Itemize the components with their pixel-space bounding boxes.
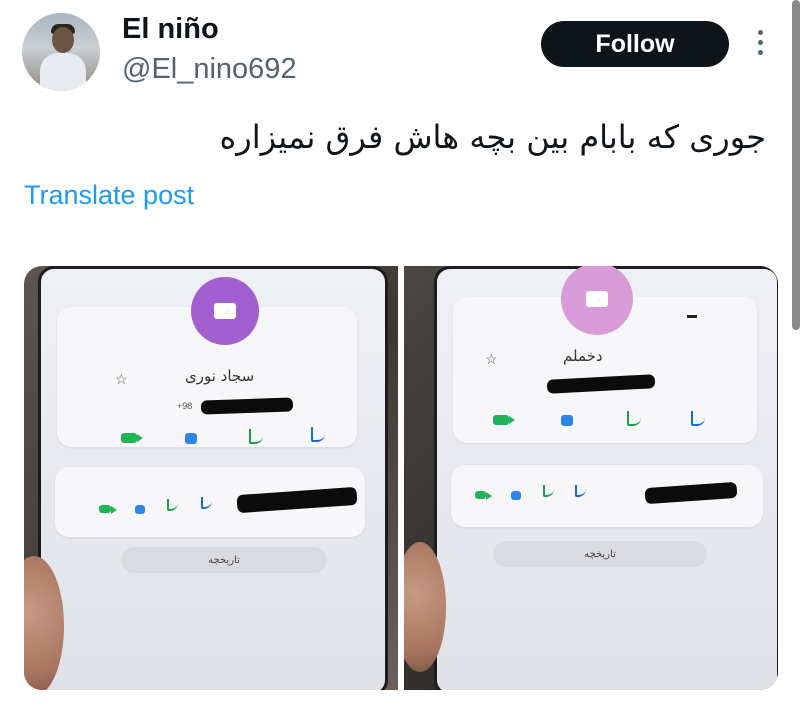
message-icon[interactable] (511, 491, 521, 500)
video-call-icon[interactable] (493, 415, 515, 425)
history-button[interactable]: تاریخچه (493, 541, 707, 567)
message-icon[interactable] (185, 433, 197, 444)
phone-screen: دخملم ☆ تاریخچه (434, 266, 778, 690)
camera-icon (586, 291, 608, 307)
video-call-icon[interactable] (475, 491, 492, 500)
post-image-2[interactable]: دخملم ☆ تاریخچه (404, 266, 778, 690)
history-button[interactable]: تاریخچه (121, 547, 327, 573)
post-text: جوری که بابام بین بچه هاش فرق نمیزاره (219, 118, 766, 156)
video-call-icon[interactable] (99, 505, 117, 514)
avatar-head (52, 27, 74, 53)
message-icon[interactable] (561, 415, 573, 426)
follow-button[interactable]: Follow (541, 21, 729, 67)
user-handle[interactable]: @El_nino692 (122, 52, 297, 86)
phone-screen: سجاد نوری ☆ +98 تاریخچه (38, 266, 388, 690)
more-vertical-icon[interactable] (752, 30, 768, 60)
post-image-1[interactable]: سجاد نوری ☆ +98 تاریخچه (24, 266, 398, 690)
translate-post-link[interactable]: Translate post (24, 178, 194, 212)
video-call-icon[interactable] (121, 433, 143, 443)
avatar[interactable] (22, 13, 100, 91)
star-icon[interactable]: ☆ (485, 351, 498, 368)
contact-avatar (561, 266, 633, 335)
contact-name: دخملم (563, 347, 603, 365)
scrollbar[interactable] (792, 0, 800, 330)
avatar-body (40, 53, 86, 91)
phone-prefix: +98 (177, 401, 193, 411)
message-icon[interactable] (135, 505, 145, 514)
contact-avatar (191, 277, 259, 345)
display-name[interactable]: El niño (122, 12, 219, 46)
divider (687, 315, 697, 318)
contact-name: سجاد نوری (185, 367, 255, 385)
star-icon[interactable]: ☆ (115, 371, 128, 388)
camera-icon (214, 303, 236, 319)
